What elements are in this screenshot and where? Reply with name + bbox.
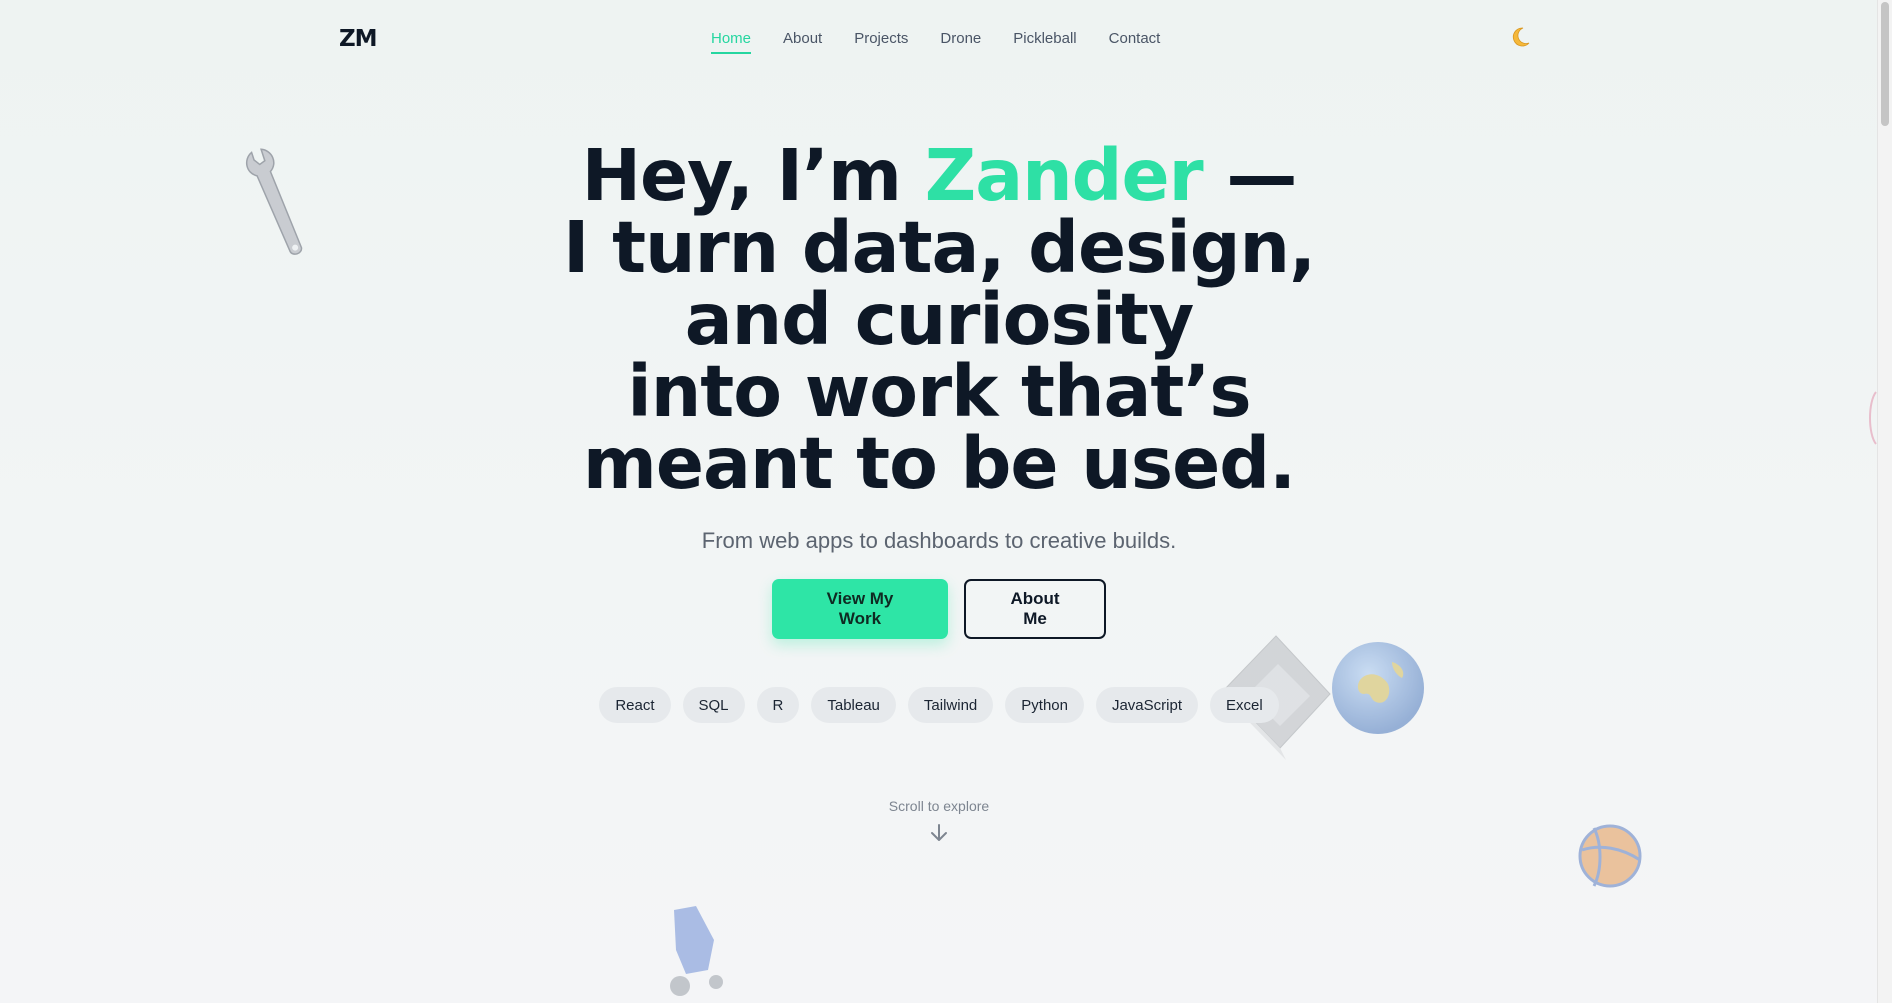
page-scrollbar[interactable]: [1877, 0, 1892, 1003]
skill-tag-r: R: [756, 687, 800, 723]
skill-tag-python: Python: [1005, 687, 1084, 723]
skill-tag-tailwind: Tailwind: [907, 687, 994, 723]
arrow-down-icon: [931, 824, 947, 841]
skill-tag-sql: SQL: [682, 687, 745, 723]
nav-contact[interactable]: Contact: [1109, 30, 1161, 54]
nav-drone[interactable]: Drone: [940, 30, 981, 54]
site-logo[interactable]: ZM: [339, 26, 378, 52]
title-dash: —: [1202, 134, 1297, 217]
scrollbar-thumb[interactable]: [1881, 2, 1889, 126]
nav-home[interactable]: Home: [711, 30, 752, 54]
about-me-button[interactable]: About Me: [964, 579, 1106, 639]
title-line-2: I turn data, design,: [562, 206, 1316, 289]
theme-toggle-button[interactable]: [1506, 25, 1534, 53]
skill-tag-react: React: [599, 687, 671, 723]
skill-tags: React SQL R Tableau Tailwind Python Java…: [0, 687, 1878, 723]
hero-subtitle: From web apps to dashboards to creative …: [701, 528, 1177, 553]
title-name: Zander: [924, 134, 1204, 217]
scroll-hint[interactable]: Scroll to explore: [0, 798, 1878, 844]
title-prefix: Hey, I’m: [581, 134, 925, 217]
nav-about[interactable]: About: [783, 30, 822, 54]
main-nav: Home About Projects Drone Pickleball Con…: [711, 30, 1160, 54]
hero-title: Hey, I’m Zander — I turn data, design, a…: [559, 140, 1319, 500]
drone-icon: [670, 906, 723, 996]
hero-actions: View My Work About Me: [0, 579, 1878, 639]
nav-pickleball[interactable]: Pickleball: [1013, 30, 1076, 54]
hero-section: Hey, I’m Zander — I turn data, design, a…: [0, 140, 1878, 723]
title-line-4: into work that’s: [627, 350, 1251, 433]
view-my-work-button[interactable]: View My Work: [772, 579, 948, 639]
title-line-5: meant to be used.: [582, 422, 1296, 505]
scroll-hint-label: Scroll to explore: [888, 798, 990, 814]
title-line-3: and curiosity: [684, 278, 1195, 361]
skill-tag-excel: Excel: [1210, 687, 1279, 723]
skill-tag-tableau: Tableau: [811, 687, 896, 723]
moon-icon: [1512, 27, 1530, 47]
skill-tag-javascript: JavaScript: [1095, 687, 1198, 723]
nav-projects[interactable]: Projects: [854, 30, 908, 54]
